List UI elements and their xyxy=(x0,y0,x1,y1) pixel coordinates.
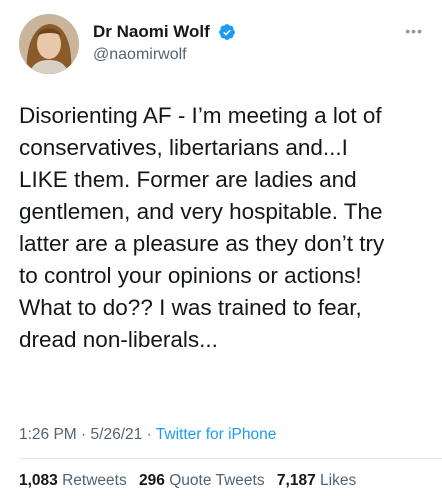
tweet-source-link[interactable]: Twitter for iPhone xyxy=(156,426,277,443)
meta-separator: · xyxy=(146,426,152,443)
tweet-time[interactable]: 1:26 PM xyxy=(19,426,77,443)
tweet-stats: 1,083 Retweets 296 Quote Tweets 7,187 Li… xyxy=(19,471,364,491)
tweet-date[interactable]: 5/26/21 xyxy=(91,426,143,443)
tweet-header: Dr Naomi Wolf @naomirwolf ••• xyxy=(19,14,423,76)
avatar[interactable] xyxy=(19,14,79,74)
display-name[interactable]: Dr Naomi Wolf xyxy=(93,22,210,42)
likes-label: Likes xyxy=(320,472,357,489)
likes-count: 7,187 xyxy=(276,472,316,489)
quote-tweets-stat[interactable]: 296 Quote Tweets xyxy=(139,471,265,491)
likes-stat[interactable]: 7,187 Likes xyxy=(277,471,356,491)
more-options-icon[interactable]: ••• xyxy=(405,24,423,38)
quote-tweets-count: 296 xyxy=(139,472,165,489)
meta-separator: · xyxy=(81,426,87,443)
verified-badge-icon xyxy=(218,23,236,41)
tweet-meta: 1:26 PM · 5/26/21 · Twitter for iPhone xyxy=(19,425,276,445)
author-handle[interactable]: @naomirwolf xyxy=(93,44,236,66)
retweets-count: 1,083 xyxy=(19,472,58,489)
quote-tweets-label: Quote Tweets xyxy=(169,472,265,489)
tweet-text: Disorienting AF - I’m meeting a lot of c… xyxy=(19,103,385,352)
divider xyxy=(19,458,442,459)
author-names: Dr Naomi Wolf @naomirwolf xyxy=(93,22,236,66)
retweets-stat[interactable]: 1,083 Retweets xyxy=(19,471,127,491)
avatar-image xyxy=(19,14,79,74)
retweets-label: Retweets xyxy=(62,472,127,489)
tweet-card: Dr Naomi Wolf @naomirwolf ••• Disorienti… xyxy=(0,0,442,500)
